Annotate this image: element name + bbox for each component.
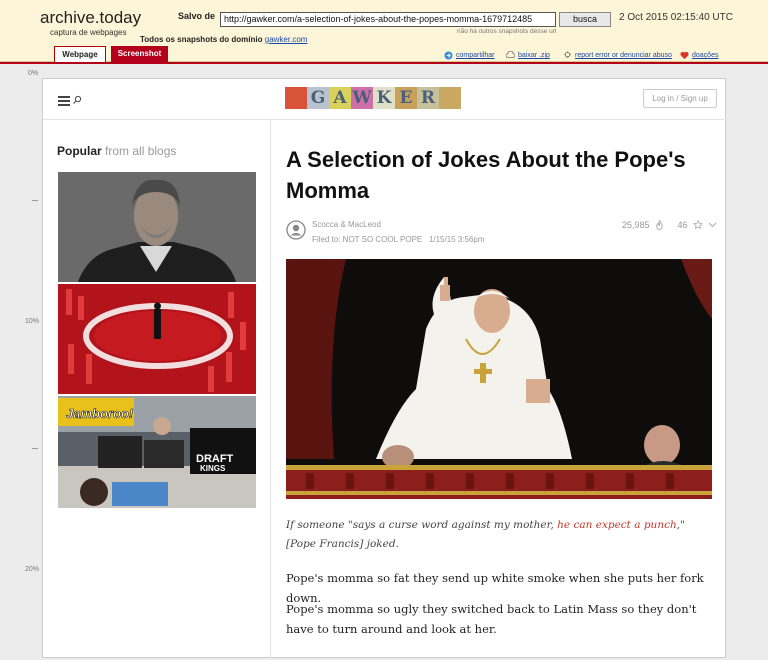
avatar-icon[interactable] — [286, 220, 306, 240]
author-names[interactable]: Scocca & MacLeod — [312, 220, 381, 229]
logo-tile-4: K — [373, 87, 395, 109]
ruler-label-20: 20% — [25, 566, 40, 573]
image-caption: If someone "says a curse word against my… — [286, 516, 706, 554]
logo-tile-7 — [439, 87, 461, 109]
archive-toolbar: archive.today captura de webpages Salvo … — [0, 0, 768, 62]
saved-from-label: Salvo de — [178, 11, 216, 21]
star-icon[interactable] — [692, 220, 703, 230]
donate-link[interactable]: doações — [680, 51, 718, 60]
publish-date: 1/15/15 3:56pm — [428, 235, 485, 244]
archive-brand[interactable]: archive.today — [40, 8, 141, 28]
chevron-down-icon[interactable] — [708, 222, 717, 228]
sidebar: Popular from all blogs Jamboroo! DRAFT K… — [43, 120, 271, 660]
logo-tile-6: R — [417, 87, 439, 109]
logo-tile-3: W — [351, 87, 373, 109]
ruler-label-top: 0% — [28, 70, 39, 77]
login-button[interactable]: Log in / Sign up — [643, 89, 717, 108]
cloud-download-icon — [506, 51, 515, 58]
popular-thumb-3[interactable]: Jamboroo! DRAFT KINGS — [58, 396, 256, 508]
no-snapshots-note: não há outros snapshots desse url — [457, 28, 557, 35]
flame-icon — [655, 220, 663, 230]
caption-text-pre: If someone "says a curse word against my… — [286, 519, 558, 531]
ruler-tick — [32, 200, 38, 201]
all-snapshots-label: Todos os snapshots do domínio gawker.com — [140, 35, 307, 44]
draftkings-office-image: Jamboroo! DRAFT KINGS — [58, 396, 256, 508]
filed-line: Filed to: NOT SO COOL POPE 1/15/15 3:56p… — [312, 235, 485, 244]
red-circle-image — [58, 284, 256, 394]
download-link[interactable]: baixar .zip — [506, 51, 550, 60]
search-icon[interactable] — [72, 95, 82, 105]
all-snapshots-text: Todos os snapshots do domínio — [140, 35, 263, 44]
comment-count[interactable]: 46 — [678, 220, 688, 230]
report-label: report error or denunciar abuso — [575, 52, 672, 59]
search-button[interactable]: busca — [559, 12, 611, 27]
ruler-label-10: 10% — [25, 318, 40, 325]
ruler-tick — [32, 448, 38, 449]
popular-heading: Popular from all blogs — [57, 144, 176, 158]
svg-text:KINGS: KINGS — [200, 464, 226, 473]
share-label: compartilhar — [456, 52, 495, 59]
article-stats: 25,985 46 — [622, 220, 717, 230]
download-label: baixar .zip — [518, 52, 550, 59]
logo-tile-0 — [285, 87, 307, 109]
view-count: 25,985 — [622, 220, 650, 230]
logo-tile-2: A — [329, 87, 351, 109]
article-headline[interactable]: A Selection of Jokes About the Pope's Mo… — [286, 144, 706, 206]
capture-date: 2 Oct 2015 02:15:40 UTC — [619, 12, 733, 23]
domain-link[interactable]: gawker.com — [265, 35, 308, 44]
caption-link[interactable]: he can expect a punch — [557, 519, 677, 531]
tab-webpage[interactable]: Webpage — [54, 46, 106, 62]
archived-page: G A W K E R Log in / Sign up Popular fro… — [42, 78, 727, 660]
filed-to-label[interactable]: Filed to: NOT SO COOL POPE — [312, 235, 422, 244]
archive-subtitle: captura de webpages — [50, 28, 127, 37]
from-blogs-label: from all blogs — [105, 144, 177, 158]
gawker-logo[interactable]: G A W K E R — [285, 87, 461, 109]
popular-thumb-2[interactable] — [58, 284, 256, 394]
donate-label: doações — [692, 52, 719, 59]
heart-icon — [680, 51, 689, 60]
pope-balcony-photo — [286, 259, 712, 499]
bulb-icon — [563, 51, 572, 58]
menu-icon[interactable] — [58, 96, 70, 106]
url-input[interactable]: http://gawker.com/a-selection-of-jokes-a… — [220, 12, 556, 27]
logo-tile-1: G — [307, 87, 329, 109]
pope-hero-image — [286, 259, 712, 499]
popular-thumb-1[interactable] — [58, 172, 256, 282]
archive-divider — [0, 62, 768, 64]
share-icon — [444, 51, 453, 60]
tab-screenshot[interactable]: Screenshot — [111, 46, 168, 62]
popular-label: Popular — [57, 144, 102, 158]
svg-text:Jamboroo!: Jamboroo! — [66, 406, 134, 421]
paragraph-2: Pope's momma so ugly they switched back … — [286, 602, 697, 636]
site-header: G A W K E R Log in / Sign up — [43, 79, 727, 120]
report-link[interactable]: report error or denunciar abuso — [563, 51, 672, 60]
share-link[interactable]: compartilhar — [444, 51, 495, 60]
logo-tile-5: E — [395, 87, 417, 109]
man-portrait-image — [58, 172, 256, 282]
